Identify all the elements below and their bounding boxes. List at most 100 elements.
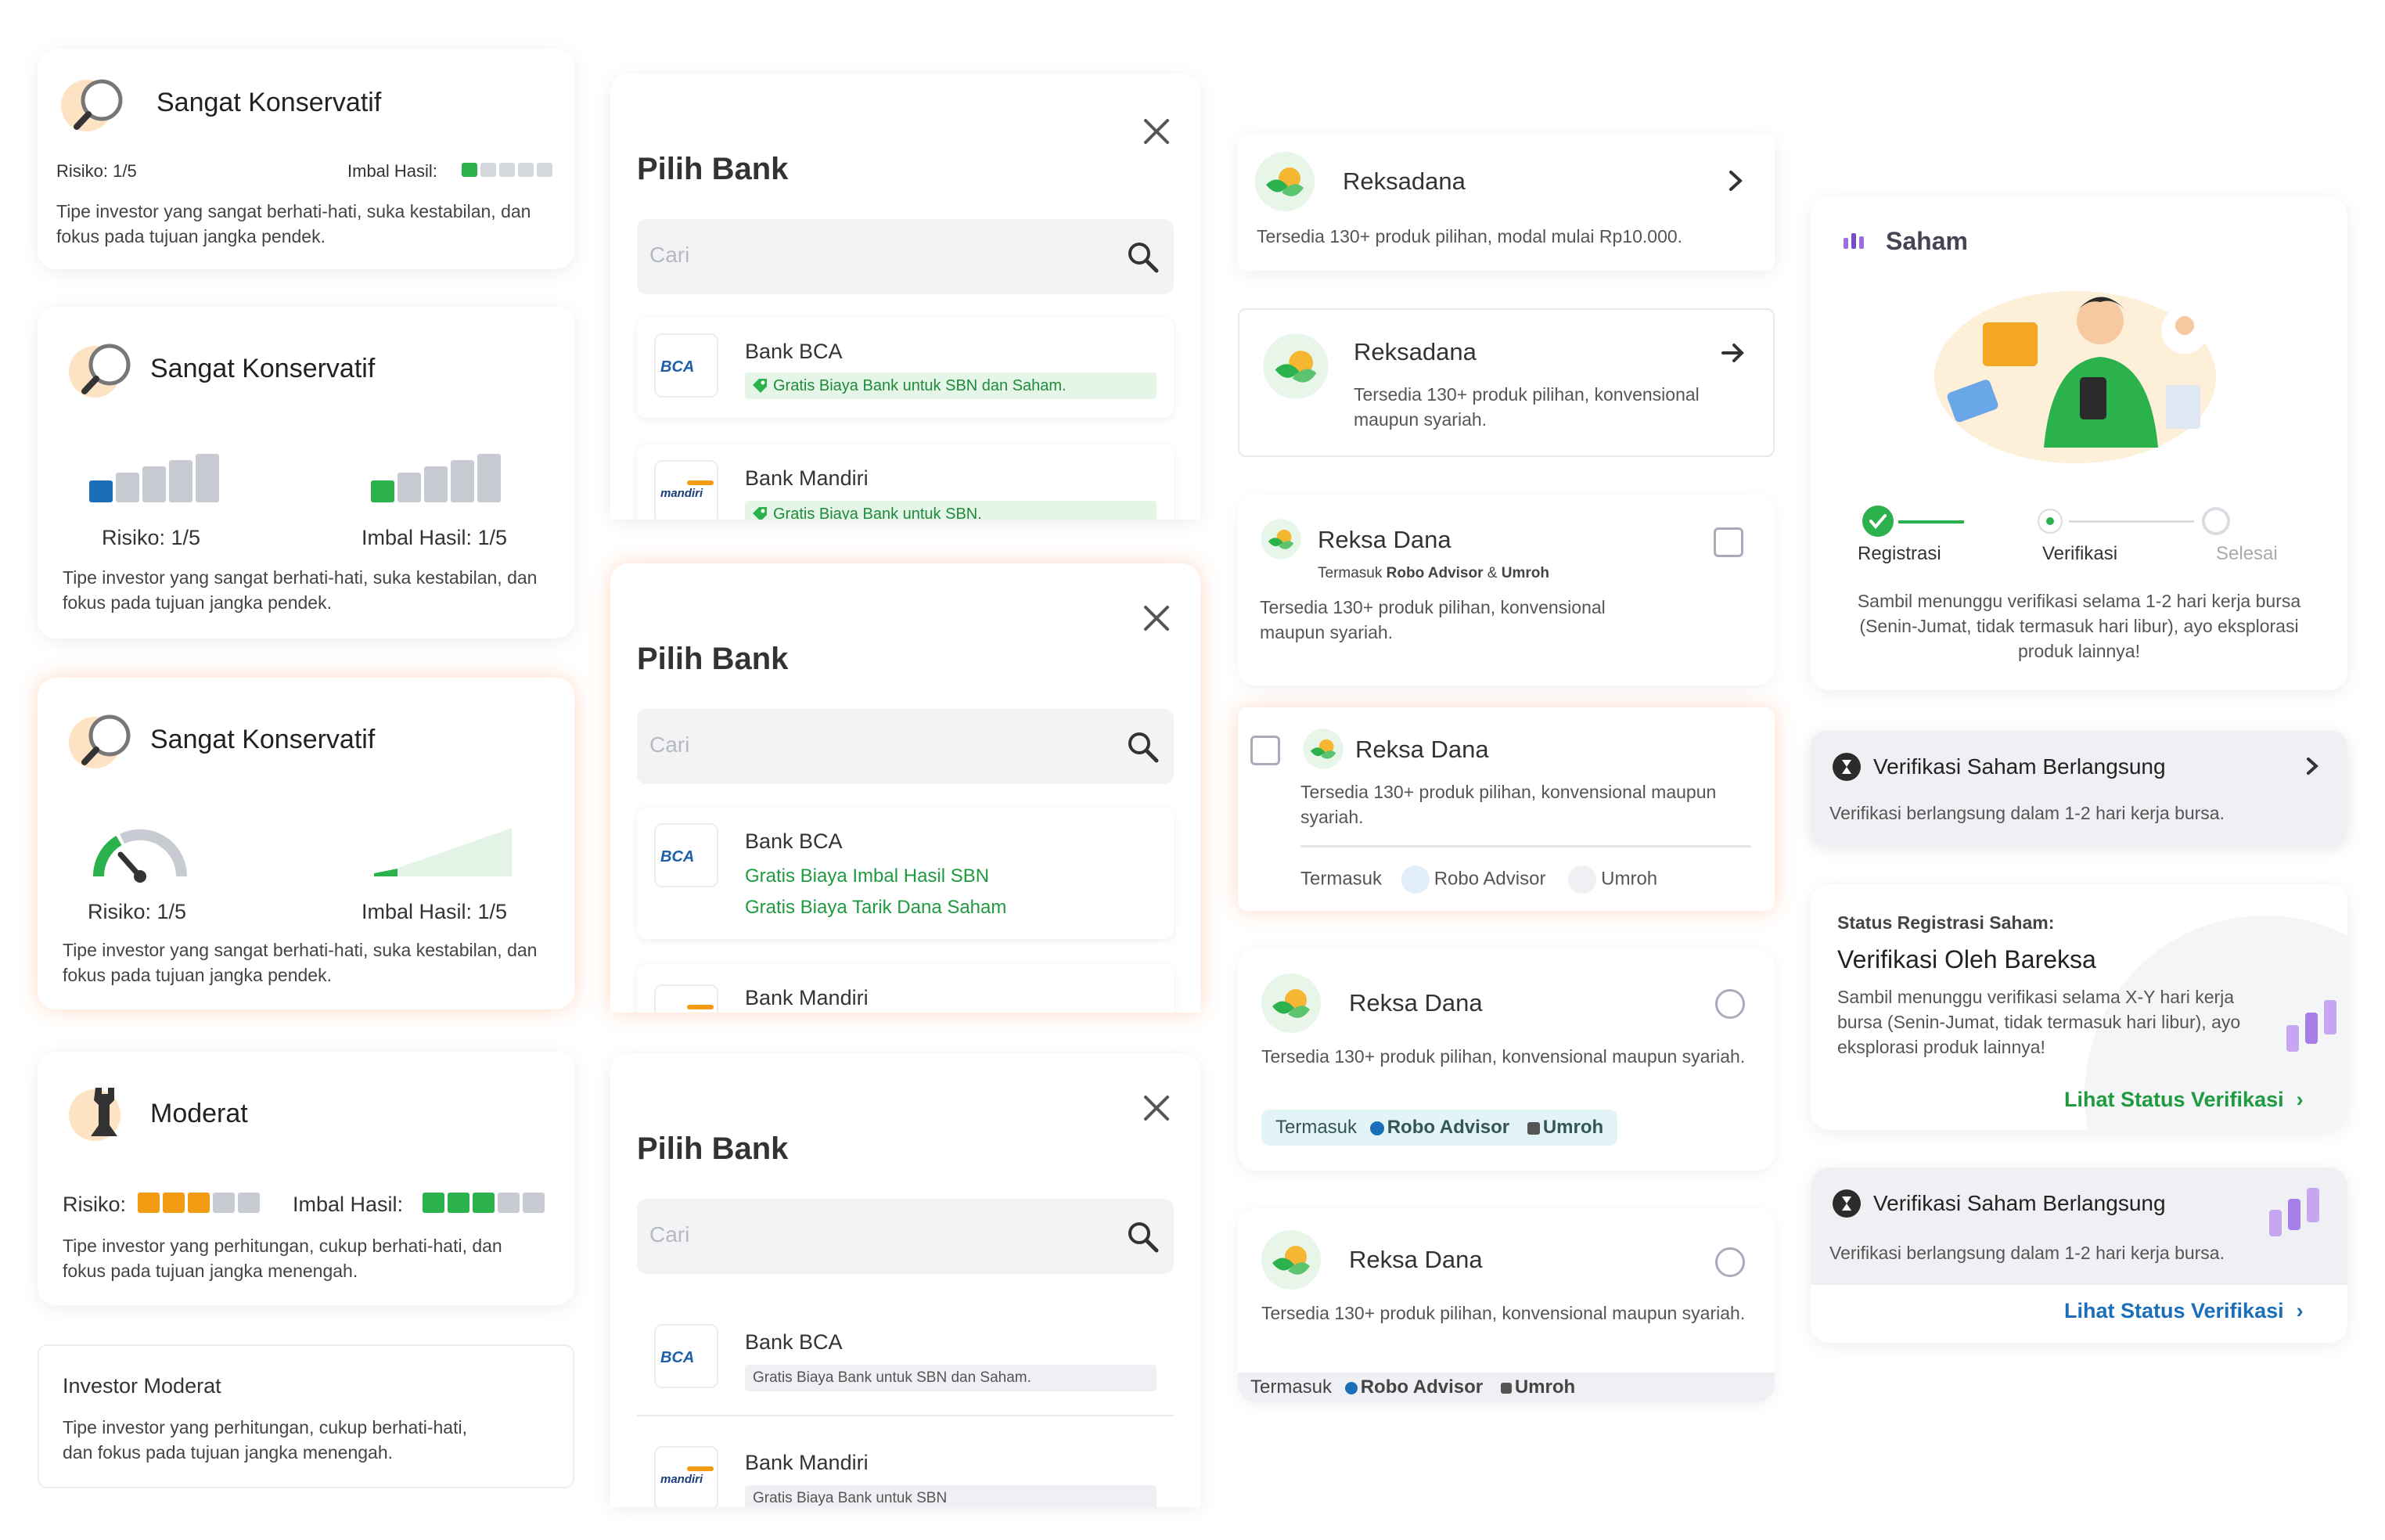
tag-amp: &: [1487, 565, 1498, 581]
search-input[interactable]: Cari: [637, 219, 1174, 294]
bank-note-1: Gratis Biaya Imbal Hasil SBN: [745, 865, 990, 887]
step-label-registrasi: Registrasi: [1858, 543, 1941, 564]
bank-note: Gratis Biaya Bank untuk SBN dan Saham.: [745, 372, 1157, 399]
step-pending-dot: [2202, 507, 2230, 535]
tag-robo-advisor: Robo Advisor: [1387, 1117, 1510, 1138]
robo-advisor-icon: [1369, 1121, 1384, 1135]
product-tags: Termasuk Robo Advisor Umroh: [1238, 1373, 1775, 1402]
product-desc: Tersedia 130+ produk pilihan, konvension…: [1261, 1046, 1746, 1067]
tag-prefix: Termasuk: [1318, 565, 1383, 581]
bank-modal-2: Pilih Bank Cari BCA Bank BCA Gratis Biay…: [610, 563, 1200, 1013]
chevron-right-icon[interactable]: [1723, 169, 1746, 192]
verif-link[interactable]: Lihat Status Verifikasi ›: [2064, 1299, 2304, 1323]
step-progress: [1811, 504, 2347, 537]
risk-gauge-icon: [92, 829, 188, 883]
search-icon[interactable]: [1125, 729, 1160, 764]
product-desc: Tersedia 130+ produk pilihan, konvension…: [1261, 1303, 1746, 1323]
product-tags: Termasuk Robo Advisor Umroh: [1261, 1110, 1618, 1146]
chk-box[interactable]: [1250, 736, 1280, 765]
search-icon[interactable]: [1125, 239, 1160, 274]
bank-item-bca[interactable]: BCA Bank BCA Gratis Biaya Imbal Hasil SB…: [637, 808, 1174, 939]
bank-item-mandiri[interactable]: mandiri Bank Mandiri Gratis Biaya Bank u…: [637, 444, 1174, 520]
status-link-text: Lihat Status Verifikasi: [2064, 1088, 2284, 1111]
modal-title: Pilih Bank: [637, 1132, 789, 1166]
product-card-reksadana-2[interactable]: Reksadana Tersedia 130+ produk pilihan, …: [1238, 308, 1775, 457]
risk-card-3-selected[interactable]: Sangat Konservatif Risiko: 1/5 Imbal Has…: [38, 678, 574, 1009]
bank-name: Bank Mandiri: [745, 986, 869, 1009]
card-desc: Tipe investor yang perhitungan, cukup be…: [63, 1417, 467, 1463]
product-name: Reksadana: [1354, 338, 1477, 365]
bank-item-mandiri[interactable]: Bank Mandiri: [637, 964, 1174, 1013]
candlestick-icon: [2286, 1000, 2336, 1052]
mosque-icon: [1500, 1382, 1512, 1394]
hourglass-icon: [1833, 753, 1861, 781]
risk-card-1[interactable]: Sangat Konservatif Risiko: 1/5 Imbal Has…: [38, 49, 574, 269]
product-card-reksadana-6[interactable]: Reksa Dana Tersedia 130+ produk pilihan,…: [1238, 1208, 1775, 1402]
mandiri-logo: mandiri: [654, 460, 718, 520]
return-level-squares: [423, 1193, 548, 1213]
bank-item-bca[interactable]: BCA Bank BCA Gratis Biaya Bank untuk SBN…: [637, 1297, 1174, 1416]
saham-registration-card: Saham Registrasi Verifikasi Selesai Samb…: [1811, 197, 2347, 690]
registration-status-card: Status Registrasi Saham: Verifikasi Oleh…: [1811, 884, 2347, 1130]
search-input[interactable]: Cari: [637, 709, 1174, 784]
close-icon[interactable]: [1142, 117, 1171, 146]
saham-bars-icon: [1844, 233, 1864, 249]
investor-moderat-card[interactable]: Investor Moderat Tipe investor yang perh…: [38, 1344, 574, 1488]
magnifier-icon: [81, 344, 131, 394]
radio-button[interactable]: [1715, 1247, 1745, 1277]
search-input[interactable]: Cari: [637, 1199, 1174, 1274]
search-icon[interactable]: [1125, 1219, 1160, 1254]
product-card-reksadana-3[interactable]: Reksa Dana Termasuk Robo Advisor & Umroh…: [1238, 495, 1775, 685]
tag-icon: [753, 379, 767, 393]
tag-robo-advisor: Robo Advisor: [1386, 565, 1484, 581]
magnifier-icon: [81, 714, 131, 765]
verification-banner-1[interactable]: Verifikasi Saham Berlangsung Verifikasi …: [1811, 731, 2347, 845]
search-placeholder: Cari: [649, 732, 690, 757]
hourglass-icon: [1833, 1189, 1861, 1218]
status-desc: Sambil menunggu verifikasi selama X-Y ha…: [1837, 987, 2241, 1057]
search-placeholder: Cari: [649, 243, 690, 267]
product-card-reksadana-1[interactable]: Reksadana Tersedia 130+ produk pilihan, …: [1238, 135, 1775, 271]
chevron-right-icon[interactable]: [2302, 756, 2322, 776]
status-link[interactable]: Lihat Status Verifikasi ›: [2064, 1088, 2304, 1112]
verif-link-text: Lihat Status Verifikasi: [2064, 1299, 2284, 1322]
chess-rook-icon: [91, 1088, 117, 1136]
risk-card-title: Sangat Konservatif: [150, 354, 376, 383]
step-label-selesai: Selesai: [2216, 543, 2278, 564]
bank-note-text: Gratis Biaya Bank untuk SBN.: [773, 506, 982, 520]
bank-item-mandiri[interactable]: mandiri Bank Mandiri Gratis Biaya Bank u…: [637, 1418, 1174, 1507]
bank-item-bca[interactable]: BCA Bank BCA Gratis Biaya Bank untuk SBN…: [637, 318, 1174, 418]
risk-label: Risiko: 1/5: [88, 900, 187, 923]
risk-card-title: Moderat: [150, 1099, 248, 1128]
product-name: Reksa Dana: [1349, 989, 1483, 1016]
product-desc: Tersedia 130+ produk pilihan, konvension…: [1354, 384, 1700, 430]
return-level-wedge: [374, 828, 512, 876]
return-level-bar: [462, 163, 556, 177]
magnifier-icon: [74, 79, 123, 130]
product-name: Reksa Dana: [1318, 526, 1452, 553]
robo-advisor-icon: [1401, 865, 1430, 894]
bca-logo: BCA: [654, 333, 718, 398]
chk-box[interactable]: [1714, 527, 1743, 557]
return-label: Imbal Hasil:: [293, 1193, 404, 1216]
product-card-reksadana-4-selected[interactable]: Reksa Dana Tersedia 130+ produk pilihan,…: [1238, 707, 1775, 911]
close-icon[interactable]: [1142, 604, 1171, 632]
verification-banner-2[interactable]: Verifikasi Saham Berlangsung Verifikasi …: [1811, 1168, 2347, 1343]
modal-title: Pilih Bank: [637, 642, 789, 676]
robo-advisor-icon: [1344, 1381, 1358, 1394]
search-placeholder: Cari: [649, 1222, 690, 1247]
radio-button[interactable]: [1715, 989, 1745, 1019]
product-card-reksadana-5[interactable]: Reksa Dana Tersedia 130+ produk pilihan,…: [1238, 948, 1775, 1171]
product-desc: Tersedia 130+ produk pilihan, konvension…: [1300, 782, 1717, 827]
saham-title: Saham: [1886, 227, 1968, 255]
risk-label: Risiko:: [63, 1193, 127, 1216]
card-title: Investor Moderat: [63, 1374, 221, 1398]
risk-card-2[interactable]: Sangat Konservatif Risiko: 1/5 Imbal Has…: [38, 307, 574, 639]
close-icon[interactable]: [1142, 1094, 1171, 1122]
tag-robo-advisor: Robo Advisor: [1360, 1376, 1484, 1398]
arrow-right-icon[interactable]: [1720, 340, 1746, 366]
verif-title: Verifikasi Saham Berlangsung: [1873, 1191, 2166, 1215]
tag-robo-advisor: Robo Advisor: [1434, 868, 1546, 890]
risk-card-moderat[interactable]: Moderat Risiko: Imbal Hasil: Tipe invest…: [38, 1052, 574, 1305]
tag-prefix: Termasuk: [1300, 868, 1383, 890]
